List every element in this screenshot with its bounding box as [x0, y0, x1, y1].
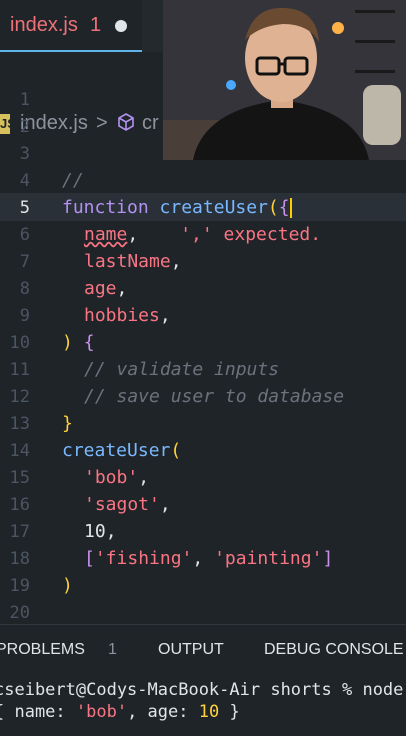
- string-literal: 'sagot': [84, 494, 160, 515]
- line-number: 9: [19, 306, 30, 326]
- terminal-output-line: { name: 'bob', age: 10 }: [0, 702, 240, 722]
- presenter-video-icon: [163, 0, 406, 160]
- code-line-19: ): [62, 575, 73, 596]
- function-name: createUser: [62, 440, 171, 461]
- line-number: 3: [19, 144, 30, 164]
- terminal-command-line: cseibert@Codys-MacBook-Air shorts % node: [0, 680, 404, 700]
- line-number: 13: [9, 414, 30, 434]
- close-paren: ): [62, 575, 73, 596]
- keyword: function: [62, 197, 149, 218]
- line-number: 20: [9, 603, 30, 623]
- line-number: 11: [9, 360, 30, 380]
- comma: ,: [116, 278, 128, 299]
- tab-debug-console[interactable]: DEBUG CONSOLE: [264, 641, 404, 659]
- param-name: name: [84, 224, 128, 245]
- code-line-12: // save user to database: [84, 386, 344, 407]
- string-literal: 'fishing': [94, 548, 193, 569]
- code-line-5: function createUser({: [62, 197, 292, 218]
- open-paren: (: [267, 197, 279, 218]
- bottom-panel-tabs: PROBLEMS 1 OUTPUT DEBUG CONSOLE: [0, 624, 406, 677]
- comment: //: [62, 170, 84, 191]
- code-line-13: }: [62, 413, 73, 434]
- code-line-14: createUser(: [62, 440, 181, 461]
- text-cursor: [289, 198, 292, 218]
- comment: // validate inputs: [84, 359, 280, 380]
- line-number: 15: [9, 468, 30, 488]
- comma: ,: [170, 251, 182, 272]
- code-line-4: //: [62, 170, 84, 191]
- comma: ,: [159, 494, 171, 515]
- line-number: 6: [19, 225, 30, 245]
- breadcrumb-separator: >: [96, 112, 108, 134]
- open-brace: {: [83, 332, 95, 353]
- comma: ,: [192, 548, 215, 569]
- output-name: 'bob': [75, 702, 128, 722]
- line-number: 2: [19, 117, 30, 137]
- line-number: 4: [19, 171, 30, 191]
- breadcrumb-function[interactable]: cr: [142, 112, 159, 135]
- line-number: 14: [9, 441, 30, 461]
- code-line-10: ) {: [62, 332, 95, 353]
- function-name: createUser: [159, 197, 268, 218]
- line-number: 1: [19, 90, 30, 110]
- line-number: 18: [9, 549, 30, 569]
- tab-problem-count: 1: [90, 14, 102, 36]
- code-line-6: name, ',' expected.: [84, 224, 321, 245]
- code-line-16: 'sagot',: [84, 494, 171, 515]
- terminal[interactable]: cseibert@Codys-MacBook-Air shorts % node…: [0, 676, 406, 722]
- comma: ,: [138, 467, 150, 488]
- tab-output[interactable]: OUTPUT: [158, 641, 224, 659]
- line-number: 5: [19, 198, 30, 218]
- unsaved-dot-icon[interactable]: [115, 20, 127, 32]
- cube-icon: [116, 112, 136, 138]
- output-mid: , age:: [127, 702, 199, 722]
- webcam-overlay: [163, 0, 406, 160]
- string-literal: 'bob': [84, 467, 139, 488]
- comma: ,: [159, 305, 171, 326]
- problems-count-badge: 1: [108, 641, 117, 658]
- breadcrumb-file[interactable]: index.js: [20, 112, 88, 135]
- line-number: 12: [9, 387, 30, 407]
- code-line-7: lastName,: [84, 251, 182, 272]
- code-line-15: 'bob',: [84, 467, 149, 488]
- output-age: 10: [198, 702, 220, 722]
- output-open: { name:: [0, 702, 76, 722]
- line-number: 8: [19, 279, 30, 299]
- open-brace: {: [278, 197, 290, 218]
- line-number: 17: [9, 522, 30, 542]
- tab-index-js[interactable]: index.js 1: [0, 0, 142, 52]
- comment: // save user to database: [84, 386, 345, 407]
- string-literal: 'painting': [214, 548, 323, 569]
- line-number: 19: [9, 576, 30, 596]
- close-paren: ): [62, 332, 73, 353]
- line-number: 7: [19, 252, 30, 272]
- param-lastname: lastName: [84, 251, 171, 272]
- open-bracket: [: [84, 548, 95, 569]
- inline-error-message: ',' expected.: [180, 224, 322, 245]
- close-brace: }: [62, 413, 73, 434]
- output-close: }: [219, 702, 240, 722]
- param-hobbies: hobbies: [84, 305, 160, 326]
- tab-label: index.js: [10, 14, 78, 36]
- code-line-9: hobbies,: [84, 305, 171, 326]
- comma: ,: [105, 521, 117, 542]
- code-line-17: 10,: [84, 521, 117, 542]
- line-number: 16: [9, 495, 30, 515]
- code-line-18: ['fishing', 'painting']: [84, 548, 333, 569]
- open-paren: (: [170, 440, 182, 461]
- line-number: 10: [9, 333, 30, 353]
- tab-problems[interactable]: PROBLEMS: [0, 641, 85, 659]
- close-bracket: ]: [322, 548, 334, 569]
- param-age: age: [84, 278, 117, 299]
- number-literal: 10: [84, 521, 106, 542]
- code-line-11: // validate inputs: [84, 359, 279, 380]
- code-line-8: age,: [84, 278, 127, 299]
- comma: ,: [127, 224, 139, 245]
